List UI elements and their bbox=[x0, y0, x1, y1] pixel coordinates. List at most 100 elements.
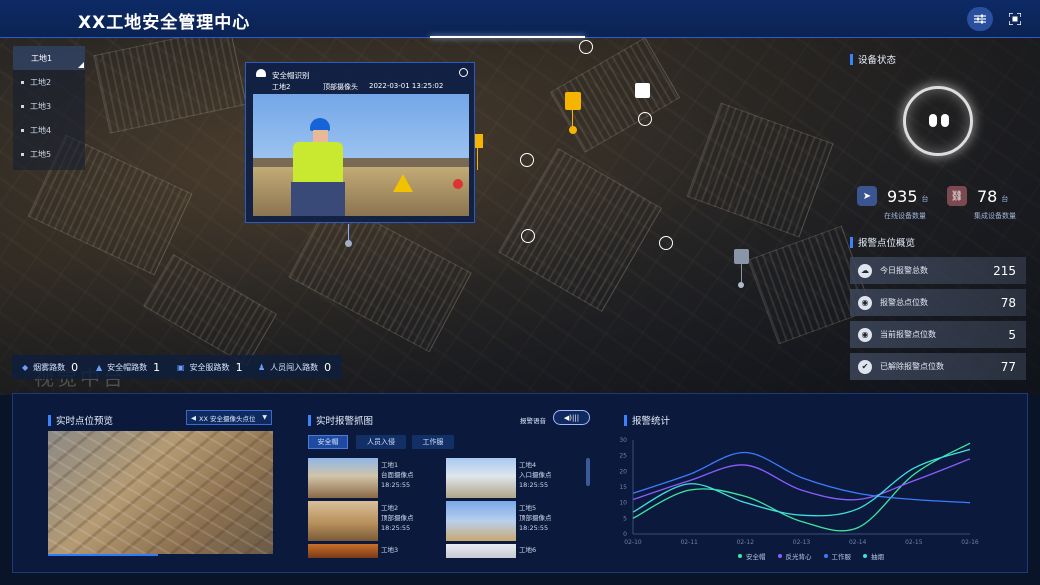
x-tick-label: 02-10 bbox=[624, 539, 642, 546]
pin-marker-dot bbox=[569, 126, 577, 134]
top-header: XX工地安全管理中心 bbox=[0, 0, 1040, 38]
helmet-icon: ▲ bbox=[96, 362, 103, 372]
popup-title: 安全帽识别 bbox=[272, 71, 310, 80]
chart-title: 报警统计 bbox=[624, 413, 670, 427]
alarm-stats-chart: 0 5 10 15 20 25 30 02-10 02-11 02-12 02-13 02-14 02-… bbox=[619, 437, 979, 546]
alarm-marker-edge[interactable] bbox=[474, 134, 483, 148]
capture-thumb-3[interactable] bbox=[308, 501, 378, 541]
collapse-arrow-icon[interactable] bbox=[78, 62, 84, 68]
online-label: 在线设备数量 bbox=[884, 212, 926, 220]
uniform-icon: ▣ bbox=[177, 362, 185, 372]
capture-info-2: 工地4 入口摄像点 18:25:55 bbox=[519, 461, 552, 489]
capture-thumb-2[interactable] bbox=[446, 458, 516, 498]
tab-intrusion[interactable]: 人员入侵 bbox=[356, 435, 406, 449]
site-item-5[interactable]: 工地5 bbox=[13, 142, 85, 166]
stat-intrusion: ♟ 人员闯入路数 0 bbox=[258, 360, 332, 374]
preview-video[interactable] bbox=[48, 431, 273, 554]
speaker-icon: ◀)||| bbox=[563, 413, 580, 422]
capture-title: 实时报警抓图 bbox=[308, 413, 373, 427]
y-tick-label: 15 bbox=[619, 484, 627, 491]
alarm-row-today[interactable]: ☁ 今日报警总数 215 bbox=[850, 257, 1026, 284]
y-tick-label: 10 bbox=[619, 500, 627, 507]
device-status-title: 设备状态 bbox=[850, 52, 896, 66]
map-pin-2[interactable] bbox=[638, 112, 652, 126]
camera-popup[interactable]: 安全帽识别 工地2 顶部摄像头 2022-03-01 13:25:02 bbox=[245, 62, 475, 223]
stat-uniform: ▣ 安全服路数 1 bbox=[177, 360, 243, 374]
send-icon: ➤ bbox=[857, 186, 877, 206]
helmet-icon bbox=[256, 69, 266, 77]
alarm-row-resolved[interactable]: ✔ 已解除报警点位数 77 bbox=[850, 353, 1026, 380]
fullscreen-icon bbox=[1009, 13, 1021, 25]
capture-thumb-6[interactable] bbox=[446, 544, 516, 558]
alarm-marker-worker[interactable] bbox=[565, 92, 581, 110]
tab-helmet[interactable]: 安全帽 bbox=[308, 435, 348, 449]
site-list: 工地1 工地2 工地3 工地4 工地5 bbox=[13, 46, 85, 170]
popup-time: 2022-03-01 13:25:02 bbox=[369, 82, 444, 90]
settings-button[interactable] bbox=[967, 7, 993, 31]
voice-toggle[interactable]: ◀)||| bbox=[553, 410, 590, 425]
tab-uniform[interactable]: 工作服 bbox=[412, 435, 454, 449]
capture-thumb-4[interactable] bbox=[446, 501, 516, 541]
online-count: ➤ 935 台 bbox=[857, 186, 929, 206]
capture-info-6: 工地6 bbox=[519, 546, 537, 554]
camera-snapshot bbox=[253, 94, 469, 216]
pin-marker-dot bbox=[345, 240, 352, 247]
camera-icon: ◀ bbox=[191, 413, 196, 422]
alarm-overview-title: 报警点位概览 bbox=[850, 235, 915, 249]
site-item-3[interactable]: 工地3 bbox=[13, 94, 85, 118]
sliders-icon bbox=[974, 14, 986, 24]
check-pin-icon: ✔ bbox=[858, 359, 872, 374]
capture-info-1: 工地1 台面摄像点 18:25:55 bbox=[381, 461, 414, 489]
clock-icon bbox=[459, 68, 468, 77]
smoke-icon: ◆ bbox=[22, 362, 29, 372]
link-icon: ⛓ bbox=[947, 186, 967, 206]
integrated-label: 集成设备数量 bbox=[974, 212, 1016, 220]
alarm-row-total[interactable]: ◉ 报警总点位数 78 bbox=[850, 289, 1026, 316]
link-marker[interactable] bbox=[734, 249, 749, 264]
map-pin-1[interactable] bbox=[579, 40, 593, 54]
site-item-2[interactable]: 工地2 bbox=[13, 70, 85, 94]
capture-thumb-1[interactable] bbox=[308, 458, 378, 498]
y-tick-label: 0 bbox=[623, 531, 627, 538]
map-pin-3[interactable] bbox=[520, 153, 534, 167]
map-pin-5[interactable] bbox=[659, 236, 673, 250]
page-title: XX工地安全管理中心 bbox=[78, 13, 251, 33]
voice-label: 报警语音 bbox=[520, 417, 546, 425]
pin-marker-dot bbox=[738, 282, 744, 288]
camera-select[interactable]: ◀ XX 安全摄像头点位 ▼ bbox=[186, 410, 272, 425]
legend-item-2: 反光背心 bbox=[777, 551, 812, 561]
x-tick-label: 02-14 bbox=[849, 539, 867, 546]
popup-camera: 顶部摄像头 bbox=[323, 83, 358, 91]
x-tick-label: 02-11 bbox=[680, 539, 698, 546]
map-pin-4[interactable] bbox=[521, 229, 535, 243]
capture-scrollbar[interactable] bbox=[586, 458, 590, 486]
y-tick-label: 5 bbox=[623, 515, 627, 522]
series-line-3 bbox=[632, 451, 971, 504]
dashboard: 视觉中台 XX工地安全管理中心 工地1 工地2 工地3 工地4 工地5 安全帽识… bbox=[0, 0, 1040, 585]
y-tick-label: 20 bbox=[619, 468, 627, 475]
x-tick-label: 02-13 bbox=[793, 539, 811, 546]
legend-item-4: 抽烟 bbox=[863, 551, 884, 561]
preview-title: 实时点位预览 bbox=[48, 413, 113, 427]
y-tick-label: 30 bbox=[619, 437, 627, 444]
x-tick-label: 02-12 bbox=[737, 539, 755, 546]
stats-strip: ◆ 烟雾路数 0 ▲ 安全帽路数 1 ▣ 安全服路数 1 ♟ 人员闯入路数 0 bbox=[12, 355, 342, 379]
fullscreen-button[interactable] bbox=[1002, 7, 1028, 31]
stat-helmet: ▲ 安全帽路数 1 bbox=[96, 360, 161, 374]
alarm-row-current[interactable]: ◉ 当前报警点位数 5 bbox=[850, 321, 1026, 348]
series-line-1 bbox=[632, 442, 971, 532]
y-tick-label: 25 bbox=[619, 453, 627, 460]
site-item-1[interactable]: 工地1 bbox=[13, 46, 85, 70]
cloud-alert-icon: ☁ bbox=[858, 263, 872, 278]
x-tick-label: 02-15 bbox=[905, 539, 923, 546]
legend-item-1: 安全帽 bbox=[738, 551, 766, 561]
site-item-4[interactable]: 工地4 bbox=[13, 118, 85, 142]
integrated-count: ⛓ 78 台 bbox=[947, 186, 1008, 206]
stat-smoke: ◆ 烟雾路数 0 bbox=[22, 360, 79, 374]
shield-marker[interactable] bbox=[635, 83, 650, 98]
capture-info-5: 工地3 bbox=[381, 546, 399, 554]
legend-item-3: 工作服 bbox=[823, 551, 851, 561]
capture-thumb-5[interactable] bbox=[308, 544, 378, 558]
chevron-down-icon: ▼ bbox=[262, 414, 267, 421]
popup-site: 工地2 bbox=[272, 83, 291, 91]
